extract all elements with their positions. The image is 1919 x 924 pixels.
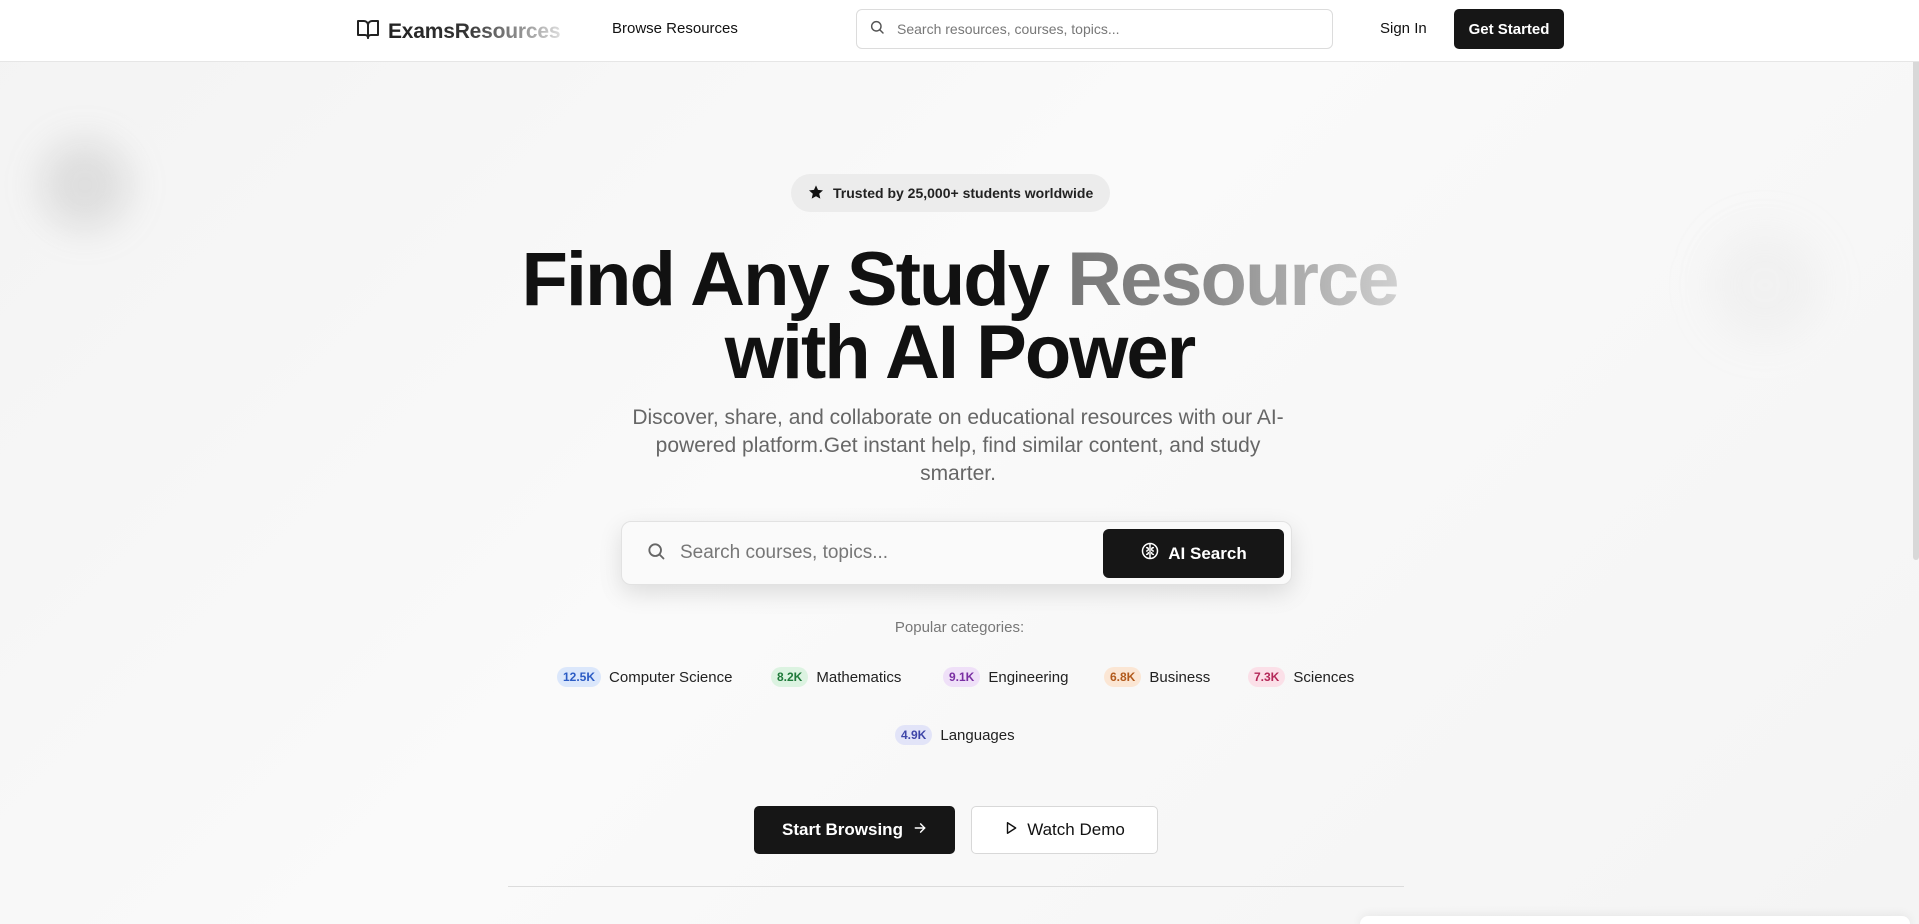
- brand-logo[interactable]: ExamsResources: [356, 17, 561, 46]
- watch-demo-button[interactable]: Watch Demo: [971, 806, 1158, 854]
- search-icon: [869, 19, 885, 40]
- hero-title-line-1: Find Any Study Resource: [0, 242, 1919, 318]
- category-business[interactable]: 6.8K Business: [1104, 667, 1210, 687]
- category-mathematics[interactable]: 8.2K Mathematics: [771, 667, 901, 687]
- category-label: Languages: [940, 726, 1015, 744]
- header-search-box[interactable]: [856, 9, 1333, 49]
- category-count-badge: 8.2K: [771, 667, 809, 687]
- trust-badge: Trusted by 25,000+ students worldwide: [791, 174, 1111, 212]
- category-label: Engineering: [988, 668, 1069, 686]
- category-languages[interactable]: 4.9K Languages: [895, 725, 1015, 745]
- hero-subtitle: Discover, share, and collaborate on educ…: [632, 406, 1284, 485]
- category-label: Computer Science: [609, 668, 733, 686]
- search-icon: [646, 541, 666, 566]
- book-icon: [356, 17, 380, 46]
- category-computer-science[interactable]: 12.5K Computer Science: [557, 667, 732, 687]
- category-label: Sciences: [1293, 668, 1355, 686]
- decorative-blur-left: [40, 140, 130, 230]
- section-divider: [508, 886, 1404, 887]
- arrow-right-icon: [913, 820, 927, 840]
- header-search-input[interactable]: [897, 21, 1297, 37]
- ai-search-button[interactable]: AI Search: [1103, 529, 1284, 578]
- play-icon: [1004, 820, 1018, 840]
- category-label: Mathematics: [816, 668, 902, 686]
- watch-demo-label: Watch Demo: [1027, 820, 1125, 839]
- ai-search-label: AI Search: [1168, 543, 1247, 563]
- card-preview-edge: [1360, 916, 1910, 924]
- category-count-badge: 12.5K: [557, 667, 602, 687]
- hero-search-box[interactable]: AI Search: [621, 521, 1292, 585]
- star-icon: [808, 184, 824, 203]
- top-navbar: ExamsResources Browse Resources Sign In …: [0, 0, 1919, 62]
- hero-search-input[interactable]: [680, 542, 1080, 564]
- trust-text: Trusted by 25,000+ students worldwide: [833, 185, 1094, 201]
- brand-name: ExamsResources: [388, 19, 561, 43]
- brain-icon: [1140, 541, 1160, 566]
- popular-categories-label: Popular categories:: [894, 619, 1025, 636]
- category-sciences[interactable]: 7.3K Sciences: [1248, 667, 1354, 687]
- get-started-button[interactable]: Get Started: [1454, 9, 1564, 49]
- start-browsing-button[interactable]: Start Browsing: [754, 806, 955, 854]
- category-count-badge: 6.8K: [1104, 667, 1142, 687]
- category-label: Business: [1149, 668, 1211, 686]
- nav-browse-resources[interactable]: Browse Resources: [612, 20, 738, 37]
- category-count-badge: 9.1K: [943, 667, 981, 687]
- category-count-badge: 4.9K: [895, 725, 933, 745]
- sign-in-link[interactable]: Sign In: [1380, 20, 1427, 37]
- hero-title-line-2: with AI Power: [724, 310, 1196, 395]
- start-browsing-label: Start Browsing: [782, 820, 903, 839]
- category-count-badge: 7.3K: [1248, 667, 1286, 687]
- category-engineering[interactable]: 9.1K Engineering: [943, 667, 1068, 687]
